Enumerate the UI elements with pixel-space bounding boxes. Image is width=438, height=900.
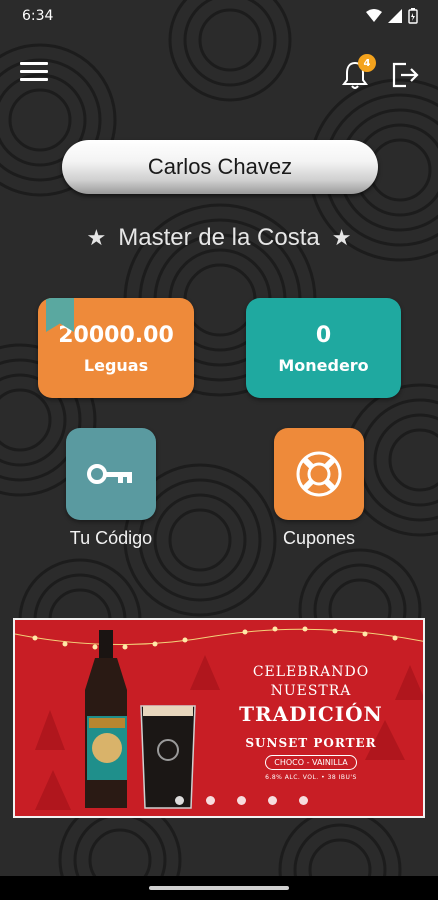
- monedero-card[interactable]: 0 Monedero: [246, 298, 401, 398]
- banner-line-3: TRADICIÓN: [239, 702, 383, 726]
- key-icon: [87, 464, 132, 484]
- promo-banner[interactable]: CELEBRANDO NUESTRA TRADICIÓN SUNSET PORT…: [13, 618, 425, 818]
- banner-line-2: NUESTRA: [270, 683, 352, 699]
- carousel-dot[interactable]: [237, 796, 246, 805]
- status-time: 6:34: [22, 8, 54, 24]
- wifi-icon: [366, 9, 382, 22]
- notification-badge: 4: [358, 54, 376, 72]
- beer-glass-image: [140, 705, 196, 809]
- lifebuoy-icon: [296, 451, 342, 497]
- battery-icon: [408, 8, 418, 24]
- coupons-label: Cupones: [282, 528, 356, 548]
- status-bar: 6:34: [0, 0, 438, 32]
- leguas-label: Leguas: [83, 356, 149, 375]
- system-navigation-bar: [0, 876, 438, 900]
- logout-icon[interactable]: [388, 58, 422, 92]
- menu-button[interactable]: [20, 62, 48, 88]
- carousel-dot[interactable]: [175, 796, 184, 805]
- monedero-value: 0: [315, 323, 332, 348]
- carousel-dot[interactable]: [268, 796, 277, 805]
- status-icons: [366, 8, 418, 24]
- leguas-card[interactable]: 20000.00 Leguas: [38, 298, 194, 398]
- carousel-dot[interactable]: [299, 796, 308, 805]
- hamburger-icon: [20, 62, 48, 65]
- level-label: Master de la Costa: [118, 224, 320, 251]
- your-code-button[interactable]: [66, 428, 156, 520]
- user-name-pill: Carlos Chavez: [62, 140, 378, 194]
- leguas-value: 20000.00: [58, 323, 174, 348]
- banner-line-5: CHOCO - VAINILLA: [265, 755, 357, 770]
- user-level: ★ Master de la Costa ★: [0, 220, 438, 256]
- banner-line-6: 6.8% ALC. VOL. • 38 IBU'S: [265, 774, 357, 781]
- carousel-dots: [175, 796, 308, 805]
- beer-bottle-image: [85, 630, 127, 808]
- signal-icon: [388, 9, 402, 23]
- banner-line-4: SUNSET PORTER: [245, 736, 377, 750]
- star-icon: ★: [86, 225, 107, 250]
- banner-line-1: CELEBRANDO: [252, 664, 370, 680]
- carousel-dot[interactable]: [206, 796, 215, 805]
- star-icon: ★: [331, 225, 352, 250]
- app-bar: 4: [0, 52, 438, 98]
- home-gesture-handle[interactable]: [149, 886, 289, 890]
- coupons-button[interactable]: [274, 428, 364, 520]
- banner-text: CELEBRANDO NUESTRA TRADICIÓN SUNSET PORT…: [211, 662, 411, 781]
- your-code-label: Tu Código: [69, 528, 153, 548]
- monedero-label: Monedero: [278, 356, 369, 375]
